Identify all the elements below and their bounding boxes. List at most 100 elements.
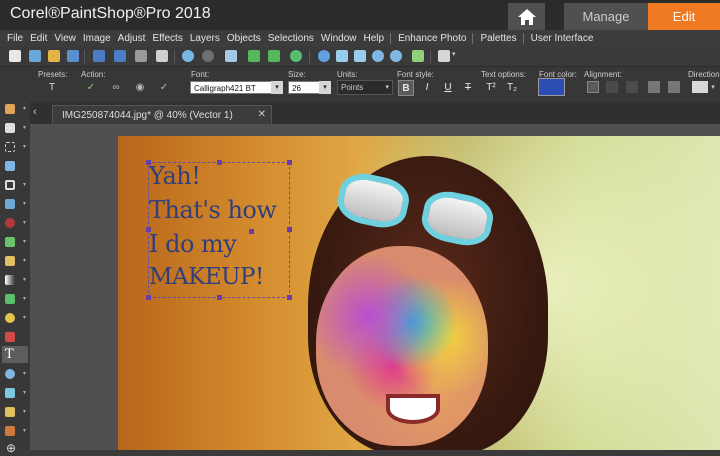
visibility-icon[interactable]: ◉ (132, 80, 148, 96)
tab-manage[interactable]: Manage (564, 3, 648, 30)
canvas-area[interactable]: Yah! That's how I do my MAKEUP! (30, 124, 720, 450)
redo-icon[interactable] (202, 50, 214, 62)
menu-enhance-photo[interactable]: Enhance Photo (398, 33, 466, 44)
menu-palettes[interactable]: Palettes (480, 33, 516, 44)
undo-icon[interactable] (182, 50, 194, 62)
underline-button[interactable]: U (440, 80, 456, 96)
home-icon (517, 8, 536, 25)
direction-dropdown-icon[interactable]: ▾ (708, 81, 718, 94)
tab-edit[interactable]: Edit (648, 3, 720, 30)
straighten-tool[interactable]: ▾ (2, 195, 28, 212)
zoom-in-icon[interactable] (372, 50, 384, 62)
resize-handle[interactable] (287, 160, 292, 165)
resize-handle[interactable] (217, 160, 222, 165)
close-icon[interactable]: ✕ (258, 109, 266, 120)
go-icon[interactable] (290, 50, 302, 62)
fit-window-icon[interactable] (354, 50, 366, 62)
share-icon[interactable] (135, 50, 147, 62)
subscript-button[interactable]: T₂ (504, 80, 520, 96)
menu-effects[interactable]: Effects (152, 33, 182, 44)
align-center-icon[interactable] (606, 81, 618, 93)
menu-objects[interactable]: Objects (227, 33, 261, 44)
menu-adjust[interactable]: Adjust (118, 33, 146, 44)
resize-handle[interactable] (146, 295, 151, 300)
fill-tool[interactable]: ▾ (2, 309, 28, 326)
justify-icon[interactable] (648, 81, 660, 93)
red-eye-tool[interactable]: ▾ (2, 214, 28, 231)
size-input[interactable]: 26 (288, 81, 320, 94)
font-dropdown-icon[interactable]: ▾ (271, 81, 283, 94)
full-screen-icon[interactable] (412, 50, 424, 62)
eraser-tool[interactable] (2, 328, 28, 345)
text-line-2[interactable]: That's how (149, 196, 277, 224)
font-input[interactable]: Calligraph421 BT (190, 81, 272, 94)
menu-window[interactable]: Window (321, 33, 357, 44)
pen-tool[interactable]: ▾ (2, 384, 28, 401)
resize-handle[interactable] (287, 227, 292, 232)
text-line-3[interactable]: I do my (149, 230, 237, 258)
zoom-out-icon[interactable] (390, 50, 402, 62)
new-grid-icon[interactable] (29, 50, 41, 62)
menu-edit[interactable]: Edit (30, 33, 47, 44)
back-arrow-icon[interactable] (248, 50, 260, 62)
print-icon[interactable] (156, 50, 168, 62)
menu-layers[interactable]: Layers (190, 33, 220, 44)
save-as-icon[interactable] (114, 50, 126, 62)
size-dropdown-icon[interactable]: ▾ (319, 81, 331, 94)
strikethrough-button[interactable]: T (460, 80, 476, 96)
resize-handle[interactable] (217, 295, 222, 300)
more-tools-button[interactable]: ⊕ (2, 439, 28, 456)
info-icon[interactable] (318, 50, 330, 62)
shape-tool[interactable]: ▾ (2, 365, 28, 382)
text-direction-icon[interactable] (692, 81, 708, 93)
color-replacer-tool[interactable]: ▾ (2, 290, 28, 307)
open-folder-icon[interactable] (48, 50, 60, 62)
italic-button[interactable]: I (419, 80, 435, 96)
save-icon[interactable] (93, 50, 105, 62)
align-right-icon[interactable] (626, 81, 638, 93)
menu-image[interactable]: Image (83, 33, 111, 44)
pages-icon[interactable] (438, 50, 450, 62)
clone-tool[interactable]: ▾ (2, 233, 28, 250)
chevron-down-icon[interactable]: ▾ (452, 50, 459, 62)
paintbrush-tool[interactable]: ▾ (2, 403, 28, 420)
link-icon[interactable]: ∞ (108, 80, 124, 96)
superscript-button[interactable]: T² (483, 80, 499, 96)
text-preset-icon[interactable]: T (44, 80, 60, 96)
gradient-tool[interactable]: ▾ (2, 271, 28, 288)
menu-selections[interactable]: Selections (268, 33, 314, 44)
brush-tool[interactable]: ▾ (2, 252, 28, 269)
text-line-4[interactable]: MAKEUP! (149, 264, 264, 290)
chevron-left-icon[interactable]: ‹ (33, 106, 37, 118)
menu-user-interface[interactable]: User Interface (531, 33, 594, 44)
font-color-swatch[interactable] (538, 78, 565, 96)
scan-icon[interactable] (67, 50, 79, 62)
rotation-handle[interactable] (249, 229, 254, 234)
forward-arrow-icon[interactable] (268, 50, 280, 62)
document-tab[interactable]: IMG250874044.jpg* @ 40% (Vector 1) ✕ (52, 105, 272, 124)
tool-options-bar: Presets: T Action: ✓ ∞ ◉ ✓ Font: Calligr… (0, 66, 720, 103)
crop-view-icon[interactable] (225, 50, 237, 62)
align-left-icon[interactable] (587, 81, 599, 93)
text-line-1[interactable]: Yah! (149, 162, 201, 190)
menu-file[interactable]: File (7, 33, 23, 44)
text-tool[interactable]: T (2, 346, 28, 363)
justify-all-icon[interactable] (668, 81, 680, 93)
apply-check-icon[interactable]: ✓ (83, 80, 99, 96)
menu-help[interactable]: Help (363, 33, 384, 44)
pan-tool[interactable]: ▾ (2, 100, 28, 117)
crop-tool[interactable]: ▾ (2, 176, 28, 193)
units-select[interactable]: Points ▾ (337, 80, 393, 95)
new-file-icon[interactable] (9, 50, 21, 62)
bold-button[interactable]: B (398, 80, 414, 96)
resize-handle[interactable] (287, 295, 292, 300)
menu-view[interactable]: View (54, 33, 76, 44)
airbrush-tool[interactable]: ▾ (2, 422, 28, 439)
cancel-icon[interactable]: ✓ (156, 80, 172, 96)
chevron-down-icon: ▾ (22, 296, 26, 302)
selection-tool[interactable]: ▾ (2, 138, 28, 155)
grid-view-icon[interactable] (336, 50, 348, 62)
home-button[interactable] (508, 3, 545, 30)
pick-tool[interactable]: ▾ (2, 119, 28, 136)
dropper-tool[interactable] (2, 157, 28, 174)
